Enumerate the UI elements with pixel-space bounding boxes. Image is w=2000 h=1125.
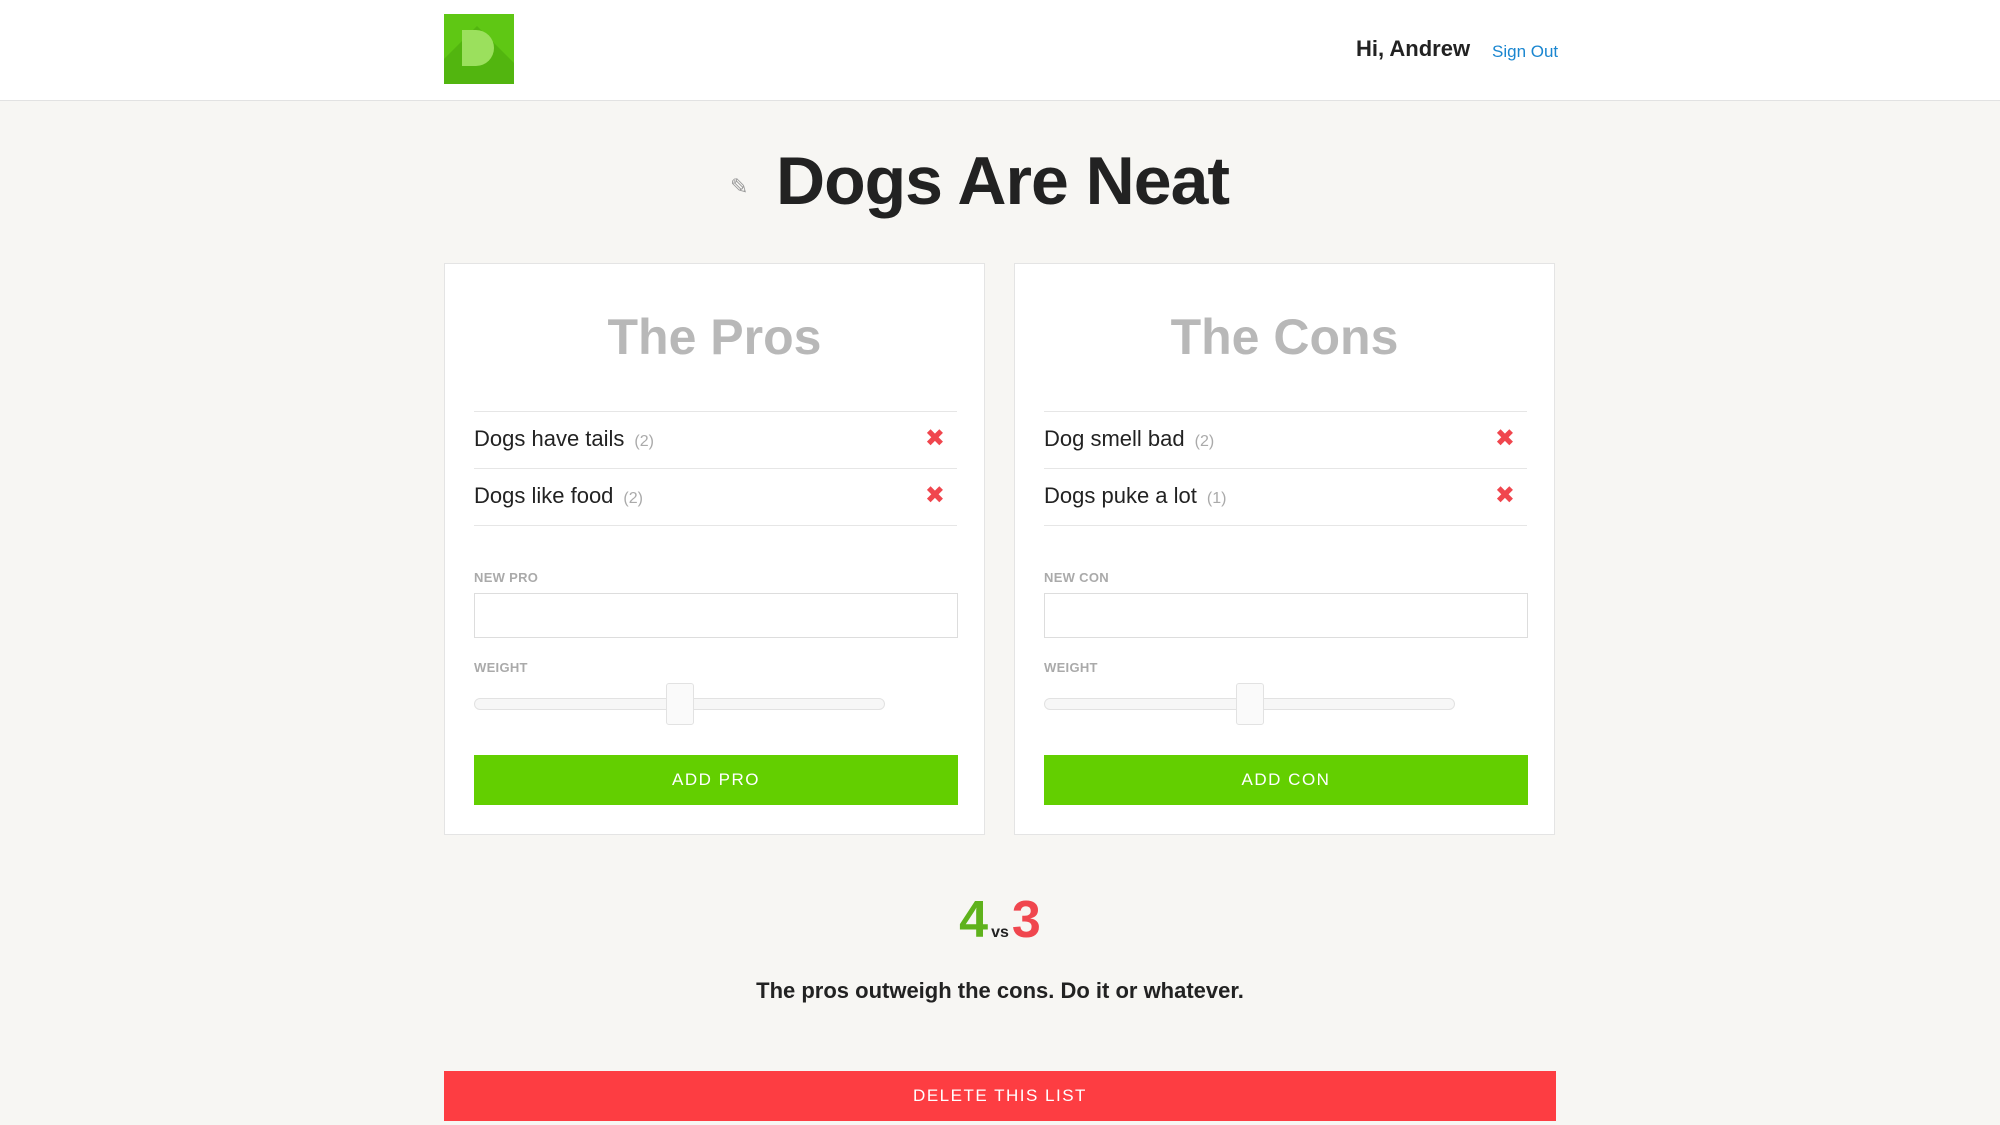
cons-list: Dog smell bad (2) ✖ Dogs puke a lot (1) ✖ — [1044, 411, 1527, 526]
remove-icon[interactable]: ✖ — [925, 424, 945, 453]
cons-heading: The Cons — [1170, 309, 1399, 365]
sign-out-link[interactable]: Sign Out — [1492, 42, 1558, 62]
remove-icon[interactable]: ✖ — [1495, 481, 1515, 510]
pro-item-text: Dogs have tails (2) — [474, 426, 654, 451]
remove-icon[interactable]: ✖ — [925, 481, 945, 510]
con-item-text: Dogs puke a lot (1) — [1044, 483, 1227, 508]
list-item: Dogs puke a lot (1) ✖ — [1044, 469, 1527, 526]
pro-item-weight: (2) — [634, 433, 654, 450]
new-con-input[interactable] — [1044, 593, 1528, 638]
user-greeting: Hi, Andrew — [1356, 36, 1471, 61]
d-logo-icon[interactable] — [444, 14, 514, 84]
pro-weight-slider-handle[interactable] — [665, 683, 694, 725]
score-summary: 4 vs3 — [0, 890, 2000, 950]
pros-list: Dogs have tails (2) ✖ Dogs like food (2) ✖ — [474, 411, 957, 526]
con-item-weight: (1) — [1206, 490, 1227, 507]
con-weight-label: WEIGHT — [1044, 660, 1098, 675]
list-item: Dogs have tails (2) ✖ — [474, 412, 957, 469]
pro-weight-label: WEIGHT — [474, 660, 528, 675]
delete-list-button[interactable]: DELETE THIS LIST — [444, 1071, 1556, 1121]
con-item-text: Dog smell bad (2) — [1044, 426, 1215, 451]
new-pro-input[interactable] — [474, 593, 958, 638]
con-weight-slider-handle[interactable] — [1235, 683, 1264, 725]
page-title: Dogs Are Neat — [776, 143, 1230, 219]
verdict-text: The pros outweigh the cons. Do it or wha… — [756, 978, 1244, 1003]
new-con-label: NEW CON — [1044, 570, 1109, 585]
top-bar: Hi, Andrew Sign Out — [0, 0, 2000, 101]
pros-heading: The Pros — [607, 309, 822, 365]
cons-total: 3 — [1011, 891, 1041, 949]
add-pro-button[interactable]: ADD PRO — [474, 755, 958, 805]
pro-item-text: Dogs like food (2) — [474, 483, 643, 508]
pencil-icon[interactable]: ✎ — [730, 176, 752, 198]
new-pro-label: NEW PRO — [474, 570, 539, 585]
con-item-weight: (2) — [1194, 433, 1215, 450]
list-item: Dog smell bad (2) ✖ — [1044, 412, 1527, 469]
list-item: Dogs like food (2) ✖ — [474, 469, 957, 526]
remove-icon[interactable]: ✖ — [1495, 424, 1515, 453]
cons-panel: The Cons Dog smell bad (2) ✖ Dogs puke a … — [1014, 263, 1555, 835]
pros-total: 4 — [959, 891, 989, 949]
vs-label: vs — [991, 924, 1009, 941]
add-con-button[interactable]: ADD CON — [1044, 755, 1528, 805]
pro-item-weight: (2) — [623, 490, 643, 507]
pros-panel: The Pros Dogs have tails (2) ✖ Dogs like … — [444, 263, 985, 835]
